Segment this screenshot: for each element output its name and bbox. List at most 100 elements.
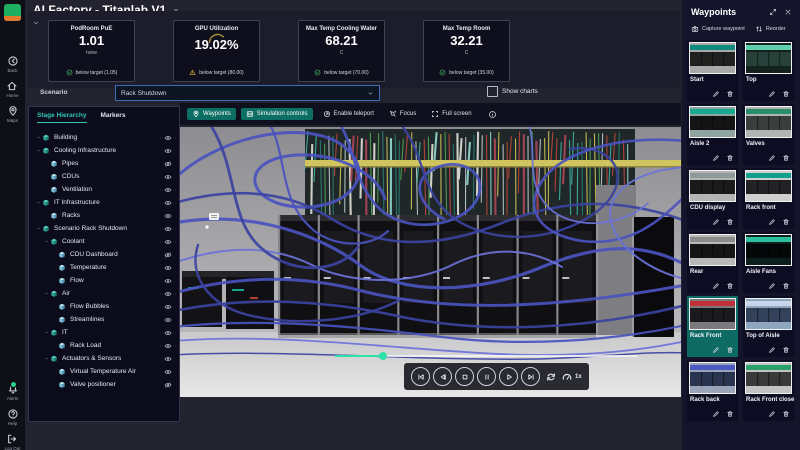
tree-item-building[interactable]: Building [29, 131, 179, 144]
visibility-toggle[interactable] [164, 381, 172, 389]
delete-waypoint-button[interactable] [726, 282, 734, 290]
tab-stage-hierarchy[interactable]: Stage Hierarchy [37, 112, 87, 123]
capture-waypoint-button[interactable]: Capture waypoint [691, 25, 745, 33]
sidebar-item-alerts[interactable]: Alerts [7, 383, 19, 401]
delete-waypoint-button[interactable] [782, 218, 790, 226]
edit-waypoint-button[interactable] [768, 282, 776, 290]
tree-item-rack-load[interactable]: Rack Load [29, 339, 179, 352]
edit-waypoint-button[interactable] [712, 346, 720, 354]
visibility-toggle[interactable] [164, 212, 172, 220]
reorder-button[interactable]: Reorder [755, 25, 786, 33]
edit-waypoint-button[interactable] [768, 154, 776, 162]
tree-expander[interactable] [43, 330, 50, 335]
tree-expander[interactable] [35, 135, 42, 140]
delete-waypoint-button[interactable] [726, 218, 734, 226]
kpi-collapse-chevron-icon[interactable] [32, 14, 40, 32]
visibility-toggle[interactable] [164, 342, 172, 350]
delete-waypoint-button[interactable] [726, 90, 734, 98]
waypoint-card-rack-front[interactable]: Rack Front [687, 296, 738, 357]
tree-item-air[interactable]: Air [29, 287, 179, 300]
waypoint-card-aisle-fans[interactable]: Aisle Fans [743, 232, 794, 293]
simulation-controls-button[interactable]: Simulation controls [241, 108, 313, 120]
waypoint-card-start[interactable]: Start [687, 40, 738, 101]
edit-waypoint-button[interactable] [768, 218, 776, 226]
stop-button[interactable] [455, 367, 474, 386]
scenario-dropdown[interactable]: Rack Shutdown [115, 85, 380, 101]
visibility-toggle[interactable] [164, 134, 172, 142]
focus-button[interactable]: Focus [384, 108, 421, 120]
visibility-toggle[interactable] [164, 173, 172, 181]
edit-waypoint-button[interactable] [712, 154, 720, 162]
visibility-toggle[interactable] [164, 290, 172, 298]
delete-waypoint-button[interactable] [782, 346, 790, 354]
edit-waypoint-button[interactable] [712, 282, 720, 290]
step-back-button[interactable] [433, 367, 452, 386]
visibility-toggle[interactable] [164, 368, 172, 376]
visibility-toggle[interactable] [164, 160, 172, 168]
sidebar-item-help[interactable]: Help [7, 408, 19, 426]
visibility-toggle[interactable] [164, 329, 172, 337]
edit-waypoint-button[interactable] [768, 90, 776, 98]
edit-waypoint-button[interactable] [768, 346, 776, 354]
undock-icon[interactable] [769, 8, 777, 16]
tree-item-coolant[interactable]: Coolant [29, 235, 179, 248]
waypoint-card-valves[interactable]: Valves [743, 104, 794, 165]
waypoint-card-top[interactable]: Top [743, 40, 794, 101]
visibility-toggle[interactable] [164, 225, 172, 233]
visibility-toggle[interactable] [164, 277, 172, 285]
tree-item-flow-bubbles[interactable]: Flow Bubbles [29, 300, 179, 313]
tree-expander[interactable] [35, 200, 42, 205]
playback-speed-button[interactable]: 1x [561, 371, 582, 383]
tree-item-pipes[interactable]: Pipes [29, 157, 179, 170]
tree-item-cdus[interactable]: CDUs [29, 170, 179, 183]
visibility-toggle[interactable] [164, 355, 172, 363]
delete-waypoint-button[interactable] [782, 282, 790, 290]
waypoint-card-top-of-aisle[interactable]: Top of Aisle [743, 296, 794, 357]
tree-item-cooling-infrastructure[interactable]: Cooling Infrastructure [29, 144, 179, 157]
app-logo[interactable] [4, 4, 21, 21]
waypoint-card-rack-front[interactable]: Rack front [743, 168, 794, 229]
delete-waypoint-button[interactable] [782, 90, 790, 98]
visibility-toggle[interactable] [164, 264, 172, 272]
visibility-toggle[interactable] [164, 251, 172, 259]
tree-item-racks[interactable]: Racks [29, 209, 179, 222]
delete-waypoint-button[interactable] [782, 154, 790, 162]
visibility-toggle[interactable] [164, 303, 172, 311]
tree-expander[interactable] [43, 356, 50, 361]
edit-waypoint-button[interactable] [768, 410, 776, 418]
close-icon[interactable] [784, 8, 792, 16]
tree-item-scenario-rack-shutdown[interactable]: Scenario Rack Shutdown [29, 222, 179, 235]
tree-item-cdu-dashboard[interactable]: CDU Dashboard [29, 248, 179, 261]
tree-item-ventilation[interactable]: Ventilation [29, 183, 179, 196]
sidebar-item-maps[interactable]: Maps [7, 105, 19, 123]
waypoint-card-aisle-2[interactable]: Aisle 2 [687, 104, 738, 165]
loop-button[interactable] [543, 368, 558, 385]
waypoint-card-rack-back[interactable]: Rack back [687, 360, 738, 421]
tree-item-flow[interactable]: Flow [29, 274, 179, 287]
waypoint-card-rack-front-close[interactable]: Rack Front close [743, 360, 794, 421]
tree-item-valve-positioner[interactable]: Valve positioner [29, 378, 179, 391]
tree-item-it[interactable]: IT [29, 326, 179, 339]
edit-waypoint-button[interactable] [712, 90, 720, 98]
visibility-toggle[interactable] [164, 238, 172, 246]
waypoint-card-cdu-display[interactable]: CDU display [687, 168, 738, 229]
skip-to-start-button[interactable] [411, 367, 430, 386]
tab-markers[interactable]: Markers [101, 112, 126, 123]
visibility-toggle[interactable] [164, 316, 172, 324]
delete-waypoint-button[interactable] [726, 410, 734, 418]
tree-item-actuators-sensors[interactable]: Actuators & Sensors [29, 352, 179, 365]
tree-item-it-infrastructure[interactable]: IT Infrastructure [29, 196, 179, 209]
tree-expander[interactable] [43, 291, 50, 296]
visibility-toggle[interactable] [164, 147, 172, 155]
sidebar-item-logout[interactable]: Log Out [4, 433, 20, 450]
enable-teleport-button[interactable]: Enable teleport [318, 108, 379, 120]
tree-item-streamlines[interactable]: Streamlines [29, 313, 179, 326]
show-charts-checkbox[interactable]: Show charts [487, 86, 538, 97]
delete-waypoint-button[interactable] [726, 346, 734, 354]
tree-item-virtual-temperature-air[interactable]: Virtual Temperature Air [29, 365, 179, 378]
edit-waypoint-button[interactable] [712, 218, 720, 226]
sidebar-item-home[interactable]: Home [6, 80, 18, 98]
pause-button[interactable] [477, 367, 496, 386]
tree-expander[interactable] [43, 239, 50, 244]
sidebar-item-back[interactable]: Back [7, 55, 19, 73]
